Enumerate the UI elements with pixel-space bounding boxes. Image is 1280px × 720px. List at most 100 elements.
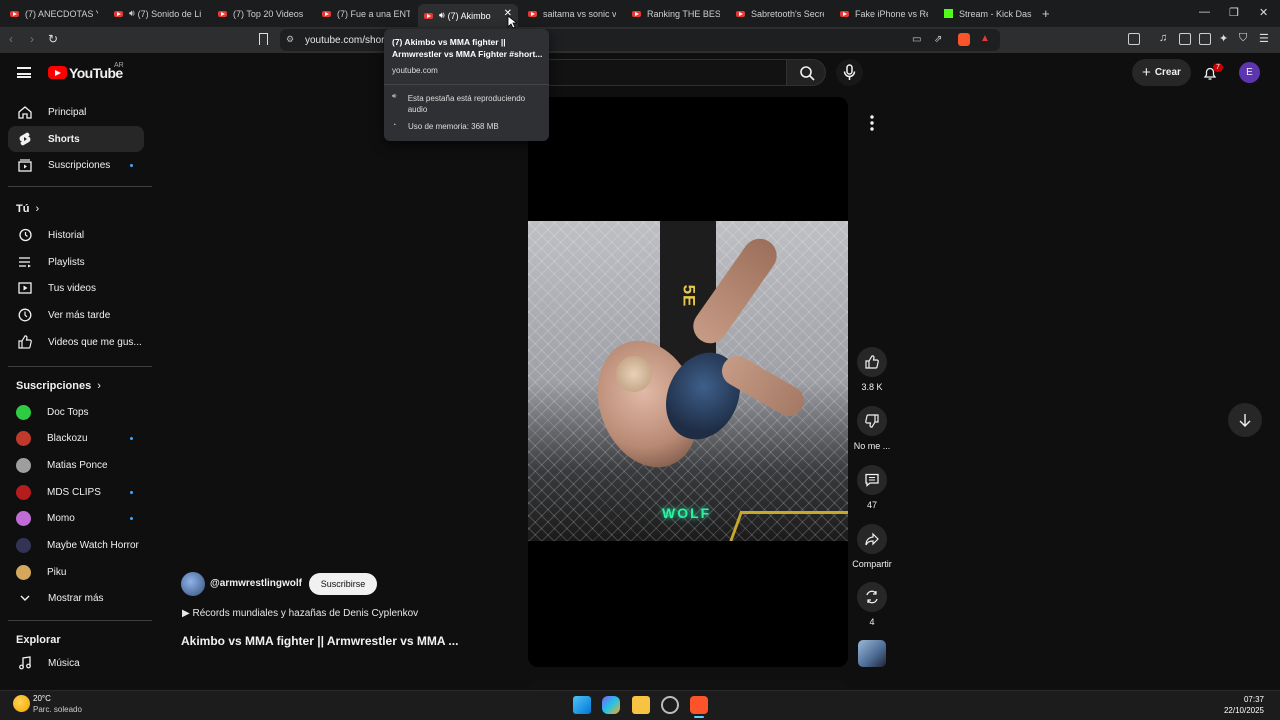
- system-clock[interactable]: 07:37 22/10/2025: [1224, 694, 1264, 716]
- file-explorer-icon[interactable]: [632, 696, 650, 714]
- vpn-icon[interactable]: ⛉: [1239, 32, 1247, 45]
- short-title[interactable]: Akimbo vs MMA fighter || Armwrestler vs …: [181, 634, 458, 648]
- sidebar-item-shorts[interactable]: Shorts: [8, 126, 144, 152]
- sidebar-sub-momo[interactable]: Momo: [8, 505, 144, 531]
- share-icon[interactable]: ⇗: [934, 34, 942, 45]
- youtube-logo-icon[interactable]: [48, 66, 67, 79]
- hamburger-menu-icon[interactable]: [17, 67, 31, 78]
- dislike-label: No me ...: [853, 441, 891, 451]
- browser-tab[interactable]: (7) Top 20 Videos D: [212, 4, 306, 23]
- channel-name[interactable]: @armwrestlingwolf: [210, 578, 302, 589]
- sidebar-sub-maybe-watch-horror[interactable]: Maybe Watch Horror: [8, 532, 144, 558]
- site-info-icon[interactable]: ⚙: [286, 34, 294, 45]
- like-button[interactable]: [857, 347, 887, 377]
- copilot-icon[interactable]: [602, 696, 620, 714]
- create-button[interactable]: + Crear: [1132, 59, 1191, 86]
- tab-hover-audio-row: 🔊︎ Esta pestaña está reproduciendo audio: [392, 93, 526, 114]
- sidebar-sub-mds-clips[interactable]: MDS CLIPS: [8, 479, 144, 505]
- wallet-icon[interactable]: [1199, 33, 1211, 45]
- url-text: youtube.com/short: [305, 35, 388, 46]
- sidebar-item-musica[interactable]: Música: [8, 650, 144, 676]
- remix-button[interactable]: [857, 582, 887, 612]
- cast-icon[interactable]: ▭: [912, 34, 921, 45]
- sidebar-heading-subscriptions[interactable]: Suscripciones ›: [16, 380, 101, 392]
- next-short-button[interactable]: [1228, 403, 1262, 437]
- sidebar-item-tus-videos[interactable]: Tus videos: [8, 275, 144, 301]
- tab-hover-divider: [384, 84, 549, 85]
- forward-icon[interactable]: ›: [30, 32, 34, 46]
- brave-shields-icon[interactable]: [958, 33, 970, 46]
- sidebar-item-principal[interactable]: Principal: [8, 99, 144, 125]
- sound-thumbnail[interactable]: [858, 640, 886, 667]
- browser-tab[interactable]: Fake iPhone vs Real: [834, 4, 928, 23]
- search-input[interactable]: [548, 59, 786, 86]
- weather-temperature[interactable]: 20°C: [33, 694, 51, 703]
- sidebar-sub-blackozu[interactable]: Blackozu: [8, 425, 144, 451]
- sidebar-icon[interactable]: [1179, 33, 1191, 45]
- weather-description[interactable]: Parc. soleado: [33, 705, 82, 714]
- sidebar-sub-matias-ponce[interactable]: Matias Ponce: [8, 452, 144, 478]
- sidebar-item-ver-mas-tarde[interactable]: Ver más tarde: [8, 302, 144, 328]
- brave-rewards-icon[interactable]: ▲: [980, 33, 990, 44]
- restore-icon[interactable]: ❐: [1229, 6, 1239, 19]
- brave-browser-icon[interactable]: [690, 696, 708, 714]
- back-icon[interactable]: ‹: [9, 32, 13, 46]
- subscribe-button[interactable]: Suscribirse: [309, 573, 377, 595]
- sidebar-item-historial[interactable]: Historial: [8, 222, 144, 248]
- channel-avatar: [16, 564, 31, 580]
- more-options-button[interactable]: [857, 108, 887, 138]
- sidebar: Principal Shorts Suscripciones Tú › Histo…: [0, 93, 153, 690]
- search-button[interactable]: [786, 59, 826, 86]
- browser-tab-active[interactable]: 🔊︎ (7) Akimbo ✕: [418, 4, 518, 27]
- octagon-line: [725, 511, 848, 541]
- browser-tab[interactable]: (7) Fue a una ENTR: [316, 4, 410, 23]
- kick-icon: [944, 9, 953, 18]
- weather-icon[interactable]: [13, 695, 30, 712]
- next-short-preview[interactable]: [528, 680, 848, 690]
- voice-search-button[interactable]: [836, 59, 863, 86]
- sidebar-show-more[interactable]: Mostrar más: [8, 585, 144, 611]
- browser-tab[interactable]: 🔊︎ (7) Sonido de Li: [108, 4, 202, 23]
- leo-ai-icon[interactable]: ✦: [1219, 32, 1228, 45]
- bookmark-icon[interactable]: [259, 33, 268, 45]
- menu-icon[interactable]: ☰: [1259, 32, 1269, 45]
- youtube-icon: [114, 10, 123, 17]
- active-app-indicator: [694, 716, 704, 718]
- browser-tab[interactable]: Ranking THE BEST S: [626, 4, 720, 23]
- sidebar-item-videos-que-me-gustan[interactable]: Videos que me gus...: [8, 329, 144, 355]
- dislike-button[interactable]: [857, 406, 887, 436]
- microphone-icon: [843, 64, 856, 80]
- new-tab-button[interactable]: +: [1042, 4, 1056, 23]
- media-icon[interactable]: ♫: [1159, 32, 1167, 44]
- windows-start-icon[interactable]: [573, 696, 591, 714]
- sidebar-item-playlists[interactable]: Playlists: [8, 249, 144, 275]
- watch-later-icon: [17, 307, 33, 323]
- browser-tab[interactable]: Stream - Kick Dashb: [938, 4, 1032, 23]
- chrome-like-icon[interactable]: [661, 696, 679, 714]
- like-count: 3.8 K: [861, 382, 883, 392]
- video-frame[interactable]: 5E WOLF: [528, 221, 848, 541]
- browser-tab[interactable]: (7) ANECDOTAS Y B: [4, 4, 98, 23]
- tab-hover-card: (7) Akimbo vs MMA fighter || Armwrestler…: [384, 29, 549, 141]
- sidebar-heading-you[interactable]: Tú ›: [16, 203, 39, 215]
- browser-tab[interactable]: saitama vs sonic vel: [522, 4, 616, 23]
- channel-avatar[interactable]: [181, 572, 205, 596]
- tab-hover-memory-row: ◔ Uso de memoria: 368 MB: [392, 122, 499, 131]
- close-window-icon[interactable]: ✕: [1259, 6, 1268, 19]
- account-avatar[interactable]: E: [1239, 62, 1260, 83]
- sidebar-item-suscripciones[interactable]: Suscripciones: [8, 152, 144, 178]
- minimize-icon[interactable]: —: [1199, 6, 1210, 18]
- playlist-link[interactable]: ▶ Récords mundiales y hazañas de Denis C…: [182, 608, 418, 619]
- sidebar-sub-doc-tops[interactable]: Doc Tops: [8, 399, 144, 425]
- new-content-dot: [130, 163, 133, 167]
- comments-button[interactable]: [857, 465, 887, 495]
- share-button[interactable]: [857, 524, 887, 554]
- youtube-icon: [632, 10, 641, 17]
- sidebar-toggle-icon[interactable]: [1128, 33, 1140, 45]
- shorts-player[interactable]: 5E WOLF: [528, 97, 848, 667]
- browser-tab[interactable]: Sabretooth's Secret: [730, 4, 824, 23]
- sidebar-sub-piku[interactable]: Piku: [8, 559, 144, 585]
- new-content-dot: [130, 516, 133, 520]
- channel-avatar: [16, 484, 31, 500]
- reload-icon[interactable]: ↻: [48, 32, 58, 46]
